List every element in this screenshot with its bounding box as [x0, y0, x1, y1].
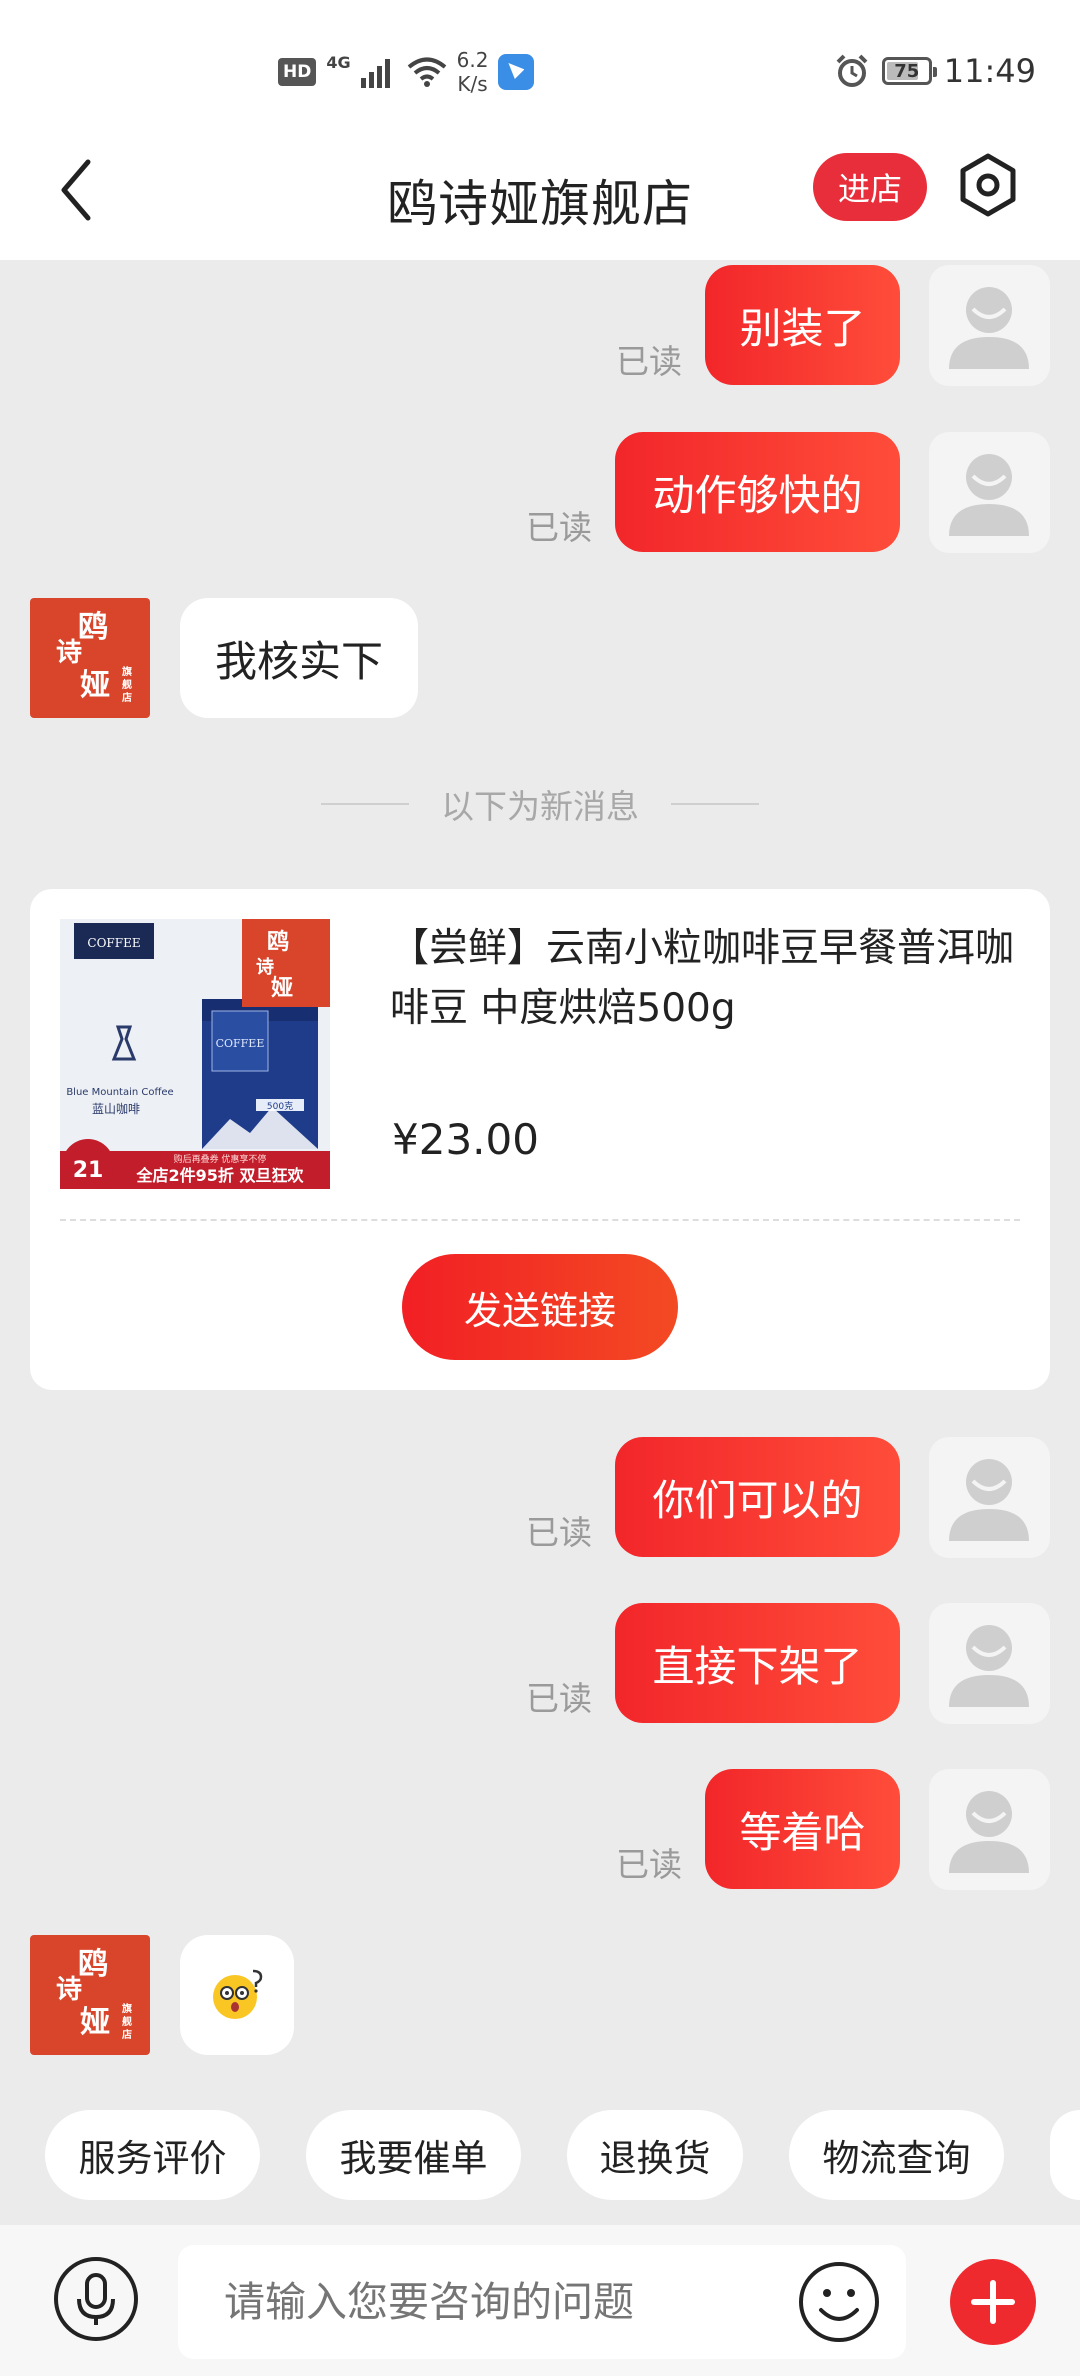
user-avatar-icon	[949, 454, 1029, 536]
message-bubble-sent[interactable]: 动作够快的	[615, 432, 900, 552]
read-receipt: 已读	[616, 1845, 682, 1884]
message-bubble-sent[interactable]: 直接下架了	[615, 1603, 900, 1723]
network-speed: 6.2 K/s	[457, 48, 489, 96]
svg-text:蓝山咖啡: 蓝山咖啡	[92, 1101, 140, 1116]
product-card[interactable]: COFFEE Blue Mountain Coffee 蓝山咖啡 COFFEE …	[30, 889, 1050, 1390]
notification-app-icon	[498, 54, 535, 90]
message-bubble-received[interactable]	[180, 1935, 294, 2055]
settings-icon[interactable]	[955, 152, 1021, 218]
status-left: HD 4G 6.2 K/s	[278, 48, 535, 96]
wifi-icon	[407, 57, 446, 87]
shop-logo-char: 鸥	[78, 1947, 108, 1982]
clock: 11:49	[943, 52, 1036, 90]
shop-logo-subtitle: 旗舰店	[122, 2004, 132, 2041]
product-photo: COFFEE Blue Mountain Coffee 蓝山咖啡 COFFEE …	[60, 919, 330, 1189]
battery-icon: 75	[881, 57, 937, 85]
shop-logo-subtitle: 旗舰店	[122, 667, 132, 704]
svg-text:COFFEE: COFFEE	[216, 1037, 265, 1050]
svg-text:全店2件95折 双旦狂欢: 全店2件95折 双旦狂欢	[136, 1166, 305, 1185]
battery-level: 75	[894, 60, 920, 82]
divider-line	[671, 803, 759, 805]
read-receipt: 已读	[526, 508, 592, 547]
user-avatar[interactable]	[929, 1603, 1050, 1724]
user-avatar-icon	[949, 287, 1029, 369]
send-link-button[interactable]: 发送链接	[402, 1254, 678, 1360]
shop-logo-char: 娅	[80, 2005, 110, 2040]
user-avatar-icon	[949, 1791, 1029, 1873]
read-receipt: 已读	[616, 342, 682, 381]
svg-text:娅: 娅	[271, 975, 293, 1001]
quick-reply-more[interactable]	[1050, 2110, 1080, 2200]
user-avatar-icon	[949, 1625, 1029, 1707]
more-actions-plus-icon[interactable]	[950, 2259, 1036, 2345]
quick-reply-service-rating[interactable]: 服务评价	[45, 2110, 260, 2200]
shop-avatar[interactable]: 鸥 诗 娅 旗舰店	[30, 598, 150, 718]
user-avatar-icon	[949, 1459, 1029, 1541]
voice-input-button[interactable]	[54, 2257, 138, 2341]
alarm-icon	[836, 54, 868, 87]
chat-header: 鸥诗娅旗舰店 进店	[0, 120, 1080, 260]
speed-value: 6.2	[456, 48, 489, 72]
shop-logo-char: 娅	[80, 668, 110, 703]
user-avatar[interactable]	[929, 1437, 1050, 1558]
hd-badge: HD	[278, 58, 317, 86]
message-bubble-sent[interactable]: 别装了	[705, 265, 900, 385]
microphone-icon	[77, 2273, 115, 2325]
enter-store-button[interactable]: 进店	[813, 153, 927, 221]
user-avatar[interactable]	[929, 432, 1050, 553]
card-separator	[60, 1219, 1020, 1221]
message-bubble-sent[interactable]: 你们可以的	[615, 1437, 900, 1557]
user-avatar[interactable]	[929, 265, 1050, 386]
shop-avatar[interactable]: 鸥 诗 娅 旗舰店	[30, 1935, 150, 2055]
shop-logo-char: 诗	[56, 638, 83, 668]
quick-reply-return-exchange[interactable]: 退换货	[567, 2110, 743, 2200]
status-right: 75 11:49	[834, 52, 1036, 90]
confused-emoji-icon	[213, 1969, 263, 2019]
new-messages-divider: 以下为新消息	[0, 780, 1080, 828]
product-price: ¥23.00	[392, 1115, 539, 1164]
svg-text:Blue Mountain Coffee: Blue Mountain Coffee	[66, 1087, 173, 1098]
product-title[interactable]: 【尝鲜】云南小粒咖啡豆早餐普洱咖啡豆 中度烘焙500g	[390, 919, 1030, 1039]
quick-reply-logistics[interactable]: 物流查询	[789, 2110, 1004, 2200]
shop-logo-char: 诗	[56, 1975, 83, 2005]
svg-text:购后再叠券 优惠享不停: 购后再叠券 优惠享不停	[174, 1153, 267, 1165]
signal-icon	[360, 59, 390, 88]
read-receipt: 已读	[526, 1513, 592, 1552]
quick-reply-bar: 服务评价 我要催单 退换货 物流查询	[0, 2110, 1080, 2202]
svg-text:COFFEE: COFFEE	[87, 936, 140, 950]
shop-logo-char: 鸥	[78, 610, 108, 645]
divider-label: 以下为新消息	[441, 787, 639, 826]
network-type: 4G	[326, 52, 351, 72]
product-image[interactable]: COFFEE Blue Mountain Coffee 蓝山咖啡 COFFEE …	[60, 919, 330, 1189]
emoji-icon[interactable]	[797, 2260, 881, 2344]
user-avatar[interactable]	[929, 1769, 1050, 1890]
svg-text:21: 21	[73, 1158, 104, 1183]
divider-line	[321, 803, 409, 805]
message-bubble-sent[interactable]: 等着哈	[705, 1769, 900, 1889]
svg-text:鸥: 鸥	[267, 929, 289, 955]
speed-unit: K/s	[457, 72, 488, 96]
read-receipt: 已读	[526, 1679, 592, 1718]
message-bubble-received[interactable]: 我核实下	[180, 598, 418, 718]
input-bar	[0, 2225, 1080, 2376]
quick-reply-urge-order[interactable]: 我要催单	[306, 2110, 521, 2200]
